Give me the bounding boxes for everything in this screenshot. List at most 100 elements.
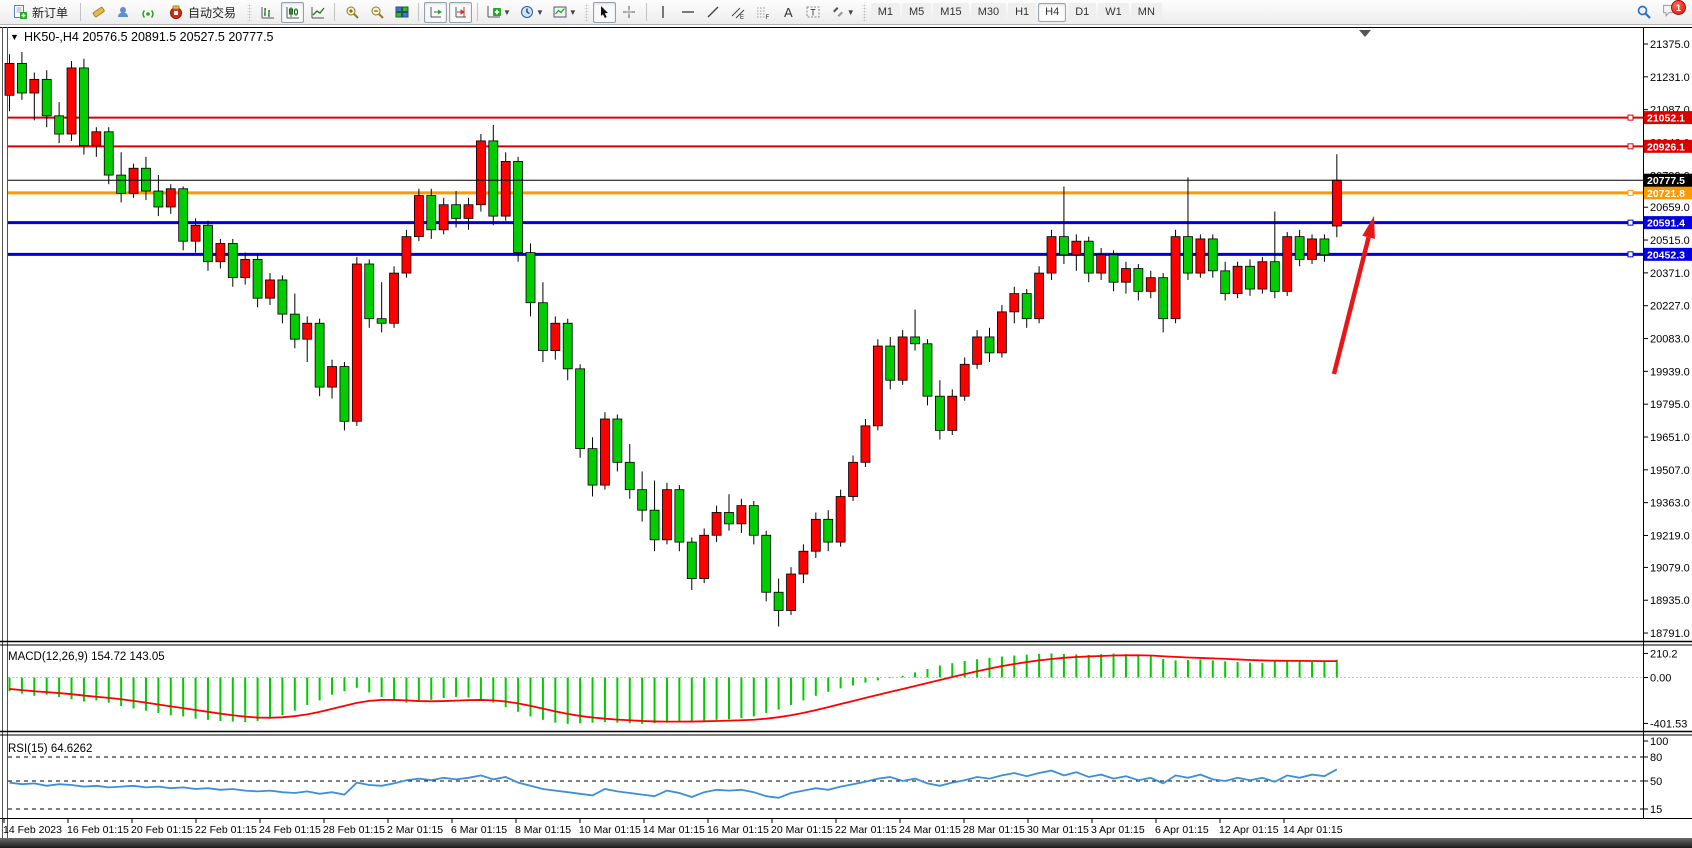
styler-button[interactable] <box>86 2 109 23</box>
autotrading-button[interactable]: 自动交易 <box>161 2 243 23</box>
timeframe-mn[interactable]: MN <box>1131 3 1162 22</box>
svg-text:18791.0: 18791.0 <box>1650 628 1690 640</box>
svg-text:22 Feb 01:15: 22 Feb 01:15 <box>195 824 257 836</box>
vertical-line-button[interactable] <box>652 2 675 23</box>
svg-text:28 Mar 01:15: 28 Mar 01:15 <box>963 824 1025 836</box>
trendline-button[interactable] <box>702 2 725 23</box>
svg-text:19795.0: 19795.0 <box>1650 399 1690 411</box>
cursor-button[interactable] <box>593 2 616 23</box>
svg-text:28 Feb 01:15: 28 Feb 01:15 <box>323 824 385 836</box>
new-order-button[interactable]: 新订单 <box>5 2 75 23</box>
timeframe-h4[interactable]: H4 <box>1038 3 1066 22</box>
auto-scroll-button[interactable] <box>424 2 447 23</box>
chart-area[interactable]: 21375.021231.021087.020943.020799.020659… <box>0 0 1692 848</box>
svg-text:20515.0: 20515.0 <box>1650 235 1690 247</box>
svg-text:16 Feb 01:15: 16 Feb 01:15 <box>67 824 129 836</box>
notification-badge: 1 <box>1671 0 1686 15</box>
signals-button[interactable] <box>136 2 159 23</box>
candles-icon <box>285 4 301 20</box>
bar-chart-icon <box>260 4 276 20</box>
timeframe-h1[interactable]: H1 <box>1008 3 1036 22</box>
svg-text:15: 15 <box>1650 804 1662 816</box>
zoom-out-button[interactable] <box>365 2 388 23</box>
svg-text:MACD(12,26,9) 154.72 143.05: MACD(12,26,9) 154.72 143.05 <box>8 651 165 663</box>
periods-button[interactable]: ▼ <box>516 2 547 23</box>
svg-text:2 Mar 01:15: 2 Mar 01:15 <box>387 824 443 836</box>
chart-shift-button[interactable] <box>449 2 472 23</box>
svg-text:10 Mar 01:15: 10 Mar 01:15 <box>579 824 641 836</box>
horizontal-line-button[interactable] <box>677 2 700 23</box>
svg-text:▼: ▼ <box>10 32 19 42</box>
timeframe-m5[interactable]: M5 <box>902 3 931 22</box>
svg-text:8 Mar 01:15: 8 Mar 01:15 <box>515 824 571 836</box>
svg-text:22 Mar 01:15: 22 Mar 01:15 <box>835 824 897 836</box>
autotrading-icon <box>168 4 184 20</box>
svg-text:24 Mar 01:15: 24 Mar 01:15 <box>899 824 961 836</box>
crosshair-button[interactable] <box>618 2 641 23</box>
svg-text:T: T <box>810 8 816 18</box>
svg-text:19939.0: 19939.0 <box>1650 366 1690 378</box>
crosshair-icon <box>621 4 637 20</box>
search-button[interactable] <box>1632 2 1655 23</box>
toolbar-grip <box>862 3 867 21</box>
timeframe-group: M1M5M15M30H1H4D1W1MN <box>870 2 1163 22</box>
svg-text:0.00: 0.00 <box>1650 673 1671 685</box>
toolbar-grip <box>247 3 252 21</box>
templates-button[interactable]: ▼ <box>549 2 580 23</box>
indicator-add-icon <box>486 4 502 20</box>
new-order-icon <box>12 4 28 20</box>
svg-text:20452.3: 20452.3 <box>1647 249 1685 261</box>
window-bottom-edge <box>0 838 1692 848</box>
line-chart-icon <box>310 4 326 20</box>
notifications-button[interactable]: 1 <box>1662 3 1682 21</box>
line-chart-button[interactable] <box>306 2 329 23</box>
channel-button[interactable]: E <box>727 2 750 23</box>
svg-text:14 Feb 2023: 14 Feb 2023 <box>3 824 62 836</box>
text-label-icon: T <box>805 4 821 20</box>
pencil-icon <box>90 4 106 20</box>
cursor-icon <box>596 4 612 20</box>
svg-text:19651.0: 19651.0 <box>1650 432 1690 444</box>
svg-text:HK50-,H4 20576.5 20891.5 2052: HK50-,H4 20576.5 20891.5 20527.5 20777.5 <box>24 30 274 44</box>
mt4-window: 21375.021231.021087.020943.020799.020659… <box>0 0 1692 848</box>
svg-text:19363.0: 19363.0 <box>1650 498 1690 510</box>
text-button[interactable]: A <box>777 2 800 23</box>
timeframe-m15[interactable]: M15 <box>933 3 968 22</box>
tiles-icon <box>394 4 410 20</box>
svg-text:20591.4: 20591.4 <box>1647 218 1685 230</box>
cloud-icon <box>115 4 131 20</box>
candlestick-button[interactable] <box>281 2 304 23</box>
svg-text:19219.0: 19219.0 <box>1650 530 1690 542</box>
chevron-down-icon: ▼ <box>536 8 544 17</box>
fibonacci-button[interactable]: F <box>752 2 775 23</box>
timeframe-m1[interactable]: M1 <box>871 3 900 22</box>
clock-icon <box>519 4 535 20</box>
tile-windows-button[interactable] <box>390 2 413 23</box>
vline-icon <box>655 4 671 20</box>
bar-chart-button[interactable] <box>256 2 279 23</box>
toolbar: 新订单 自动交易 ▼ ▼ ▼ E F A T ▼ <box>0 0 1692 25</box>
svg-text:16 Mar 01:15: 16 Mar 01:15 <box>707 824 769 836</box>
svg-text:21375.0: 21375.0 <box>1650 39 1690 51</box>
fibonacci-icon: F <box>755 4 771 20</box>
text-a-icon: A <box>780 4 796 20</box>
arrows-button[interactable]: ▼ <box>827 2 858 23</box>
timeframe-m30[interactable]: M30 <box>971 3 1006 22</box>
svg-text:50: 50 <box>1650 776 1662 788</box>
toolbar-separator <box>646 3 647 21</box>
toolbar-grip <box>584 3 589 21</box>
svg-text:19507.0: 19507.0 <box>1650 465 1690 477</box>
svg-text:20659.0: 20659.0 <box>1650 202 1690 214</box>
svg-text:3 Apr 01:15: 3 Apr 01:15 <box>1091 824 1145 836</box>
indicators-button[interactable]: ▼ <box>483 2 514 23</box>
zoom-in-button[interactable] <box>340 2 363 23</box>
trendline-icon <box>705 4 721 20</box>
svg-text:20777.5: 20777.5 <box>1647 175 1685 187</box>
text-label-button[interactable]: T <box>802 2 825 23</box>
community-button[interactable] <box>111 2 134 23</box>
new-order-label: 新订单 <box>32 4 68 21</box>
timeframe-w1[interactable]: W1 <box>1098 3 1129 22</box>
svg-text:24 Feb 01:15: 24 Feb 01:15 <box>259 824 321 836</box>
timeframe-d1[interactable]: D1 <box>1068 3 1096 22</box>
svg-text:20371.0: 20371.0 <box>1650 268 1690 280</box>
